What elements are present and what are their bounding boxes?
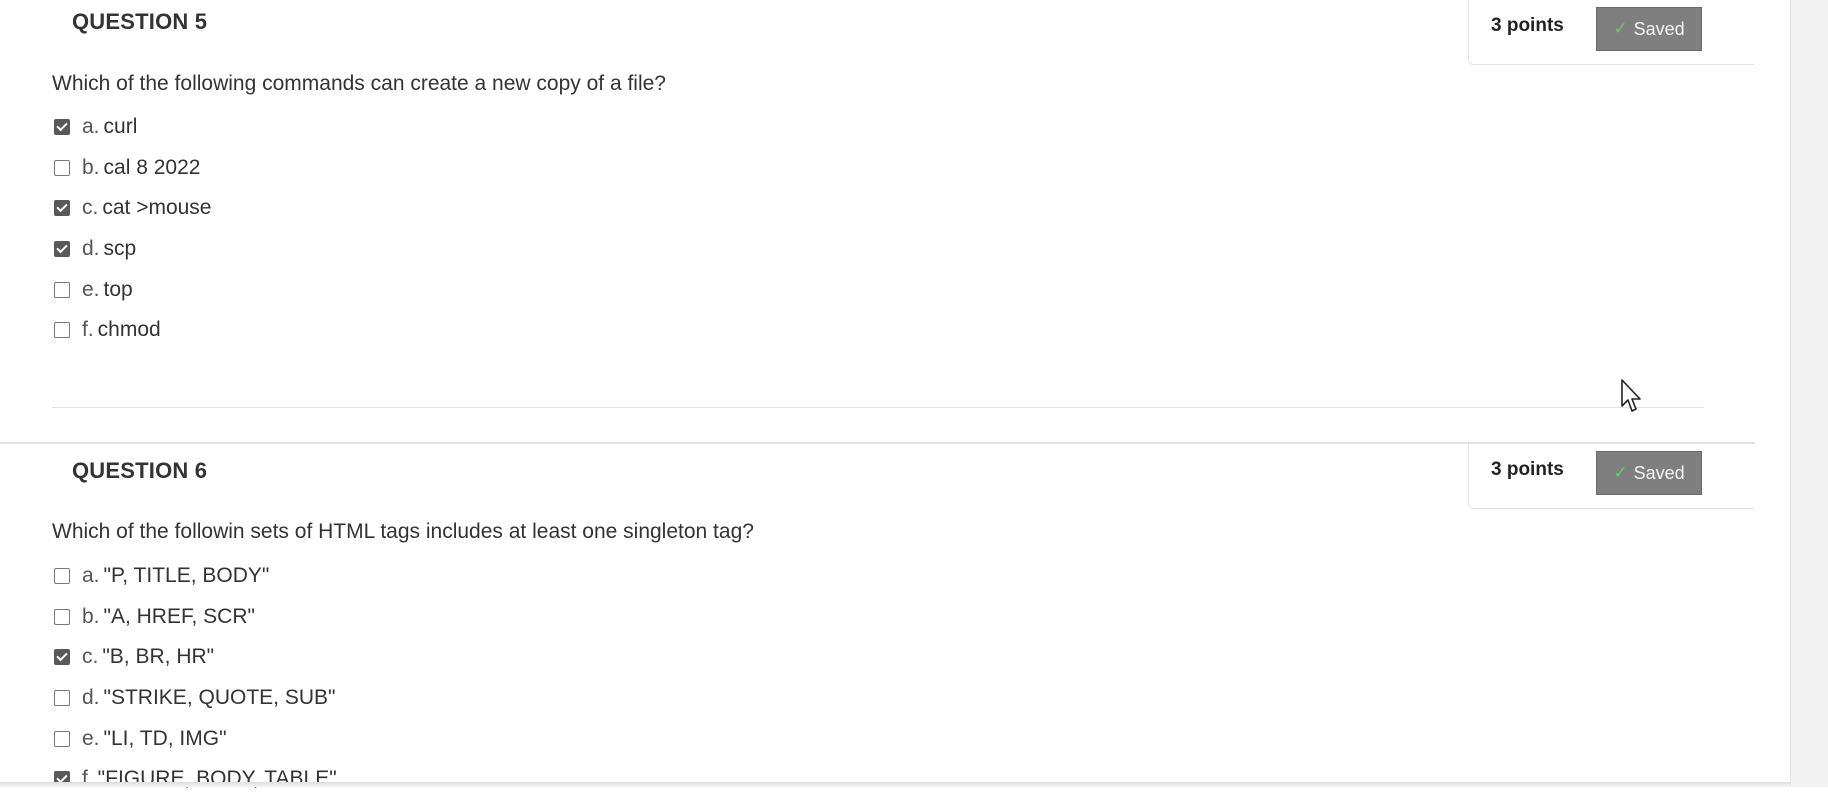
check-icon: ✓ [1613,19,1628,38]
saved-label: Saved [1633,462,1685,483]
answer-option-e[interactable]: e. top [54,269,212,310]
points-panel: 3 points ✓ Saved [1468,444,1754,509]
option-label: cal 8 2022 [103,155,201,179]
saved-button[interactable]: ✓ Saved [1596,7,1702,51]
option-letter: d. [82,686,100,710]
checkbox[interactable] [54,608,70,625]
question-title: QUESTION 6 [72,458,208,483]
test-page: QUESTION 5 3 points ✓ Saved Which of the… [0,0,1790,790]
checkbox[interactable] [54,649,70,666]
option-letter: e. [82,726,100,750]
answer-option-d[interactable]: d. scp [54,229,212,270]
question-text: Which of the followin sets of HTML tags … [52,520,754,543]
answer-option-a[interactable]: a. "P, TITLE, BODY" [54,556,337,597]
question-title: QUESTION 5 [72,9,208,34]
answer-option-b[interactable]: b. cal 8 2022 [54,148,212,189]
answer-option-c[interactable]: c. cat >mouse [54,188,212,229]
option-label: cat >mouse [102,196,212,220]
answer-option-d[interactable]: d. "STRIKE, QUOTE, SUB" [54,678,337,719]
option-letter: a. [82,115,100,139]
page-bottom-edge [0,782,1790,787]
saved-label: Saved [1633,18,1685,39]
checkbox[interactable] [54,322,70,339]
mouse-pointer-icon [1621,379,1641,412]
question-text: Which of the following commands can crea… [52,72,666,95]
option-letter: b. [82,604,100,628]
answer-option-f[interactable]: f. chmod [54,310,212,351]
option-label: curl [103,115,138,139]
checkbox[interactable] [54,200,70,217]
option-letter: e. [82,277,100,301]
option-label: chmod [97,318,161,342]
question-divider [52,407,1704,408]
answer-options: a. "P, TITLE, BODY" b. "A, HREF, SCR" c.… [54,556,337,800]
answer-options: a. curl b. cal 8 2022 c. cat >mouse d. s… [54,107,212,351]
answer-option-c[interactable]: c. "B, BR, HR" [54,637,337,678]
option-label: "STRIKE, QUOTE, SUB" [103,686,336,710]
checkbox[interactable] [54,159,70,176]
checkbox[interactable] [54,119,70,136]
checkbox[interactable] [54,730,70,747]
option-letter: c. [82,196,99,220]
answer-option-b[interactable]: b. "A, HREF, SCR" [54,597,337,638]
question-6: QUESTION 6 3 points ✓ Saved Which of the… [0,442,1755,790]
option-label: "P, TITLE, BODY" [103,564,270,588]
option-letter: a. [82,564,100,588]
answer-option-f[interactable]: f. "FIGURE, BODY, TABLE" [54,759,337,800]
option-letter: d. [82,237,100,261]
points-label: 3 points [1491,15,1564,36]
checkbox[interactable] [54,568,70,585]
question-5: QUESTION 5 3 points ✓ Saved Which of the… [0,0,1755,440]
option-letter: f. [82,767,94,791]
saved-button[interactable]: ✓ Saved [1596,451,1702,495]
option-label: "A, HREF, SCR" [103,604,255,628]
option-label: "B, BR, HR" [102,645,215,669]
option-label: "LI, TD, IMG" [103,726,227,750]
points-panel: 3 points ✓ Saved [1468,0,1754,65]
answer-option-a[interactable]: a. curl [54,107,212,148]
checkbox[interactable] [54,690,70,707]
scrollbar-track[interactable] [1790,0,1828,787]
option-label: "FIGURE, BODY, TABLE" [97,767,337,791]
option-letter: c. [82,645,99,669]
option-label: scp [103,237,137,261]
check-icon: ✓ [1613,463,1628,482]
points-label: 3 points [1491,459,1564,480]
option-label: top [103,277,133,301]
answer-option-e[interactable]: e. "LI, TD, IMG" [54,718,337,759]
option-letter: b. [82,155,100,179]
checkbox[interactable] [54,241,70,258]
checkbox[interactable] [54,281,70,298]
option-letter: f. [82,318,94,342]
